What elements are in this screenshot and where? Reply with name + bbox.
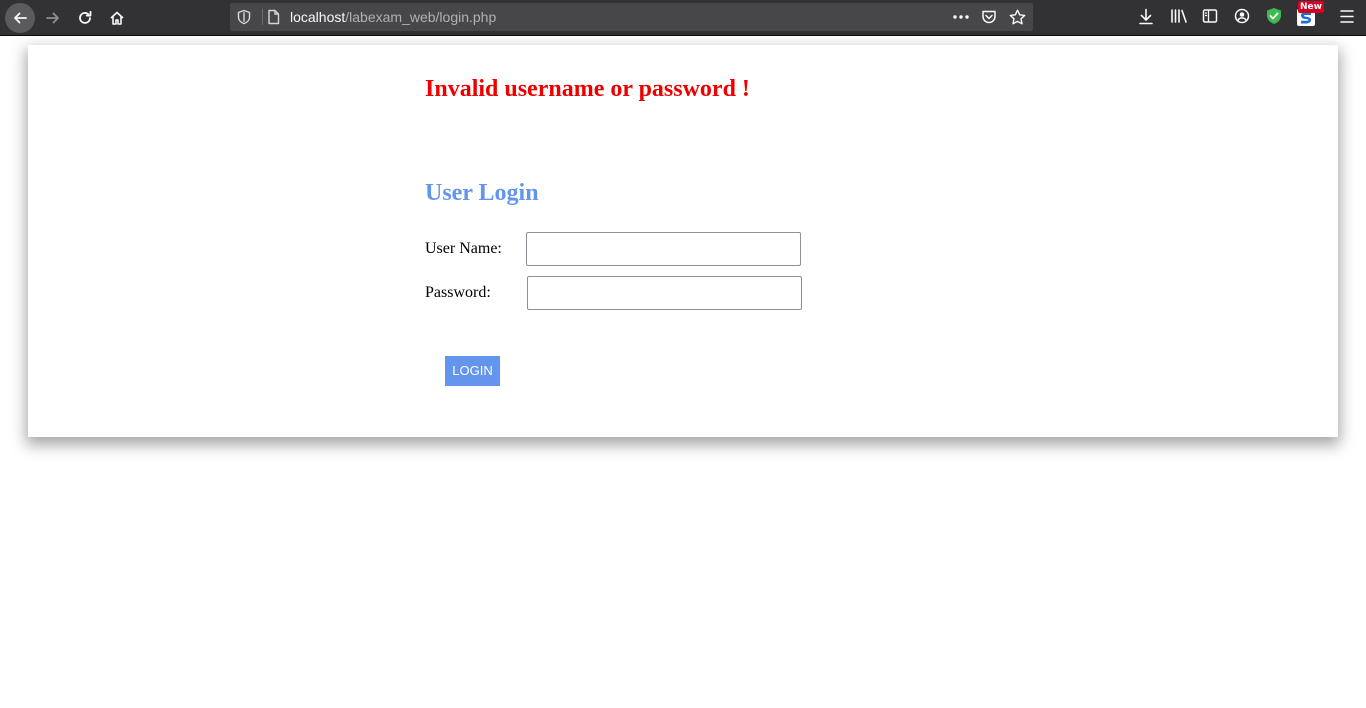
extension-shield-icon[interactable] xyxy=(1265,7,1283,25)
forward-icon xyxy=(46,12,59,24)
url-text[interactable]: localhost/labexam_web/login.php xyxy=(290,9,496,25)
url-host: localhost xyxy=(290,9,346,25)
username-input[interactable] xyxy=(526,232,801,266)
username-label: User Name: xyxy=(425,240,502,257)
bookmark-star-icon[interactable] xyxy=(1009,9,1026,25)
url-bar[interactable]: localhost/labexam_web/login.php xyxy=(230,3,1033,31)
password-label: Password: xyxy=(425,284,491,301)
shield-icon[interactable] xyxy=(237,9,251,25)
download-icon[interactable] xyxy=(1138,8,1154,25)
page-title: User Login xyxy=(425,180,539,206)
new-badge: New xyxy=(1298,1,1324,13)
back-button[interactable] xyxy=(5,3,35,33)
home-button[interactable] xyxy=(102,3,132,33)
account-icon[interactable] xyxy=(1234,8,1250,24)
home-icon xyxy=(110,11,124,25)
sidebar-icon[interactable] xyxy=(1202,8,1218,24)
reload-icon xyxy=(79,10,92,24)
more-icon[interactable] xyxy=(952,10,970,24)
library-icon[interactable] xyxy=(1170,8,1188,24)
back-icon xyxy=(14,12,27,24)
error-message: Invalid username or password ! xyxy=(425,76,750,102)
forward-button[interactable] xyxy=(38,3,68,33)
pocket-icon[interactable] xyxy=(981,9,997,25)
page-icon[interactable] xyxy=(267,9,280,25)
browser-toolbar: localhost/labexam_web/login.php New xyxy=(0,0,1366,36)
url-path: /labexam_web/login.php xyxy=(345,9,497,25)
reload-button[interactable] xyxy=(70,3,100,33)
url-separator xyxy=(262,9,263,25)
menu-icon[interactable] xyxy=(1339,9,1355,24)
login-button[interactable]: LOGIN xyxy=(445,356,500,386)
password-input[interactable] xyxy=(527,276,802,310)
